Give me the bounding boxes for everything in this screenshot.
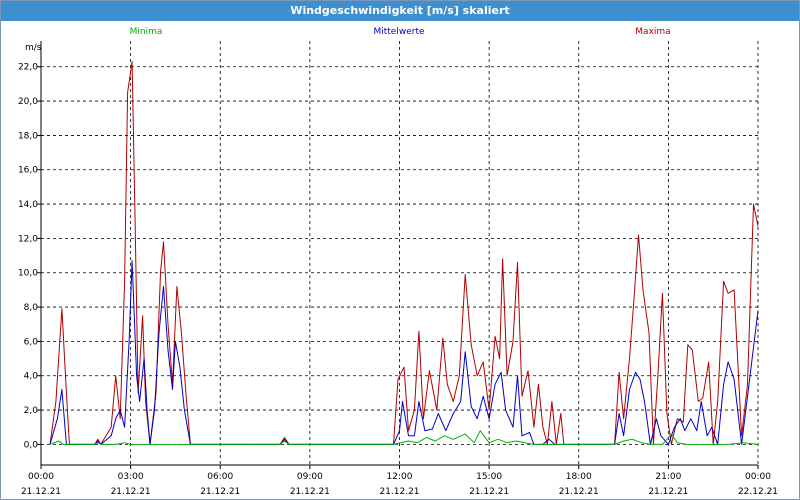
x-tick-date: 22.12.21	[738, 487, 778, 497]
y-tick-label: 12,0	[18, 234, 38, 244]
x-tick-date: 21.12.21	[648, 487, 688, 497]
grid-lines	[37, 41, 759, 469]
x-tick-time: 00:00	[28, 472, 54, 482]
x-tick-date: 21.12.21	[559, 487, 599, 497]
y-tick-label: 18,0	[18, 131, 38, 141]
y-tick-label: 10,0	[18, 269, 38, 279]
x-tick-date: 21.12.21	[469, 487, 509, 497]
x-tick-time: 15:00	[476, 472, 502, 482]
x-tick-time: 00:00	[745, 472, 771, 482]
window-title: Windgeschwindigkeit [m/s] skaliert	[1, 1, 799, 21]
x-tick-date: 21.12.21	[200, 487, 240, 497]
x-tick-date: 21.12.21	[111, 487, 151, 497]
y-tick-label: 20,0	[18, 97, 38, 107]
legend-minima: Minima	[130, 27, 163, 37]
legend-mittelwerte: Mittelwerte	[373, 27, 424, 37]
y-tick-label: 4,0	[24, 372, 39, 382]
wind-speed-chart: 0,0 2,0 4,0 6,0 8,0 10,0 12,0 14,0 16,0 18,0 20,0 2…	[18, 27, 778, 497]
y-tick-labels: 0,0 2,0 4,0 6,0 8,0 10,0 12,0 14,0 16,0 18,0 20,0 2…	[18, 63, 38, 451]
x-tick-time: 12:00	[387, 472, 413, 482]
chart-window: Windgeschwindigkeit [m/s] skaliert 0,0 2,…	[0, 0, 800, 500]
y-axis-label: m/s	[25, 43, 42, 53]
legend-maxima: Maxima	[635, 27, 670, 37]
series-lines	[49, 61, 759, 445]
legend: Minima Mittelwerte Maxima	[130, 27, 671, 37]
y-tick-label: 0,0	[24, 440, 39, 450]
y-tick-label: 6,0	[24, 337, 39, 347]
x-tick-labels: 00:00 21.12.21 03:00 21.12.21 06:00 21.12.21 0…	[21, 472, 778, 497]
series-line-mittelwerte	[49, 260, 759, 445]
x-tick-time: 03:00	[118, 472, 144, 482]
x-tick-date: 21.12.21	[379, 487, 419, 497]
x-tick-time: 21:00	[655, 472, 681, 482]
x-tick-time: 06:00	[207, 472, 233, 482]
y-tick-label: 2,0	[24, 406, 39, 416]
y-tick-label: 14,0	[18, 200, 38, 210]
x-tick-date: 21.12.21	[290, 487, 330, 497]
x-tick-date: 21.12.21	[21, 487, 61, 497]
y-tick-label: 16,0	[18, 166, 38, 176]
x-tick-time: 09:00	[297, 472, 323, 482]
x-tick-time: 18:00	[566, 472, 592, 482]
y-tick-label: 8,0	[24, 303, 39, 313]
y-tick-label: 22,0	[18, 63, 38, 73]
